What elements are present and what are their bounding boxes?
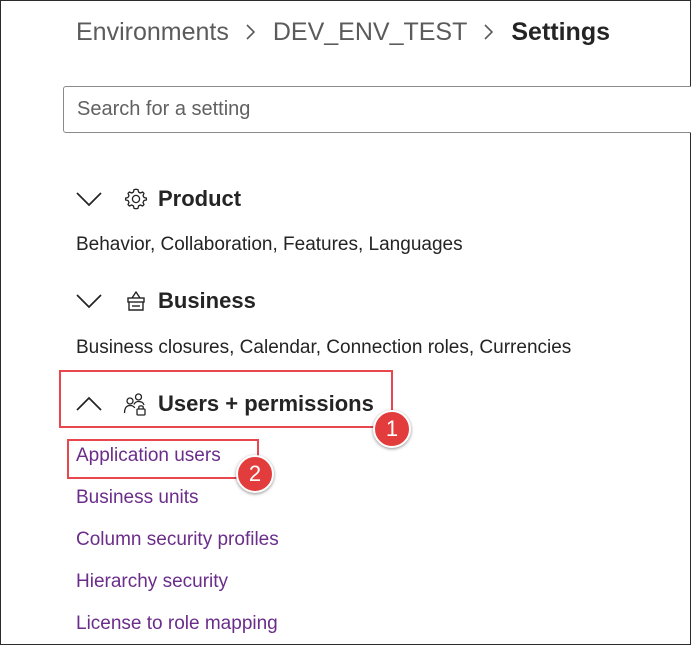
chevron-down-icon [76,182,102,216]
chevron-up-icon [76,387,102,421]
section-title-business: Business [158,288,256,313]
building-icon [122,284,150,318]
breadcrumb: Environments DEV_ENV_TEST Settings [76,14,610,50]
link-column-security-profiles[interactable]: Column security profiles [76,529,279,551]
link-business-units[interactable]: Business units [76,487,199,509]
link-hierarchy-security[interactable]: Hierarchy security [76,571,228,593]
section-title-product: Product [158,186,242,211]
chevron-right-icon [245,14,259,50]
section-header-users-permissions[interactable]: Users + permissions [76,387,374,421]
link-license-to-role-mapping[interactable]: License to role mapping [76,613,278,635]
gear-icon [122,182,150,216]
search-input[interactable] [64,87,691,132]
chevron-down-icon [76,284,102,318]
section-desc-product: Behavior, Collaboration, Features, Langu… [76,234,463,255]
page-title: Settings [511,17,610,46]
people-lock-icon [122,387,150,421]
breadcrumb-environment[interactable]: DEV_ENV_TEST [273,18,468,47]
step-badge-1: 1 [373,410,411,448]
step-badge-2: 2 [236,455,274,493]
section-header-business[interactable]: Business [76,284,256,318]
section-desc-business: Business closures, Calendar, Connection … [76,337,572,358]
breadcrumb-environments[interactable]: Environments [76,18,229,47]
section-title-users-permissions: Users + permissions [158,391,374,416]
link-application-users[interactable]: Application users [76,445,221,467]
search-box [63,86,691,133]
chevron-right-icon [483,14,497,50]
section-header-product[interactable]: Product [76,182,241,216]
